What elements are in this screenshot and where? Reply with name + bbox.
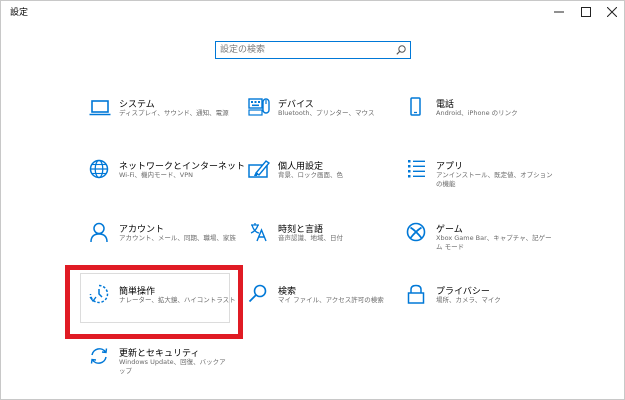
search-field[interactable]	[215, 41, 411, 59]
tile-personalization[interactable]: 個人用設定 背景、ロック画面、色	[248, 159, 408, 203]
tile-network[interactable]: ネットワークとインターネット Wi-Fi、機内モード、VPN	[89, 159, 249, 203]
magnifier-icon	[248, 284, 267, 303]
tile-privacy-desc: 場所、カメラ、マイク	[436, 296, 501, 304]
tile-search-desc: マイ ファイル、アクセス許可の検索	[278, 296, 384, 304]
window-title: 設定	[10, 8, 29, 18]
tile-system-desc: ディスプレイ、サウンド、通知、電源	[119, 109, 229, 117]
phone-icon	[410, 97, 421, 116]
sync-icon	[90, 348, 108, 364]
tile-search[interactable]: 検索 マイ ファイル、アクセス許可の検索	[248, 284, 408, 328]
paint-icon	[248, 160, 271, 178]
tile-time-language-desc: 音声認識、地域、日付	[278, 234, 343, 242]
tile-accounts[interactable]: アカウント アカウント、メール、同期、職場、家族	[89, 222, 249, 266]
tile-devices-desc: Bluetooth、プリンター、マウス	[278, 109, 375, 117]
tile-time-language[interactable]: 時刻と言語 音声認識、地域、日付	[248, 222, 408, 266]
lock-icon	[407, 284, 425, 304]
language-icon	[250, 223, 267, 242]
minimize-icon	[553, 11, 564, 13]
tile-devices[interactable]: デバイス Bluetooth、プリンター、マウス	[248, 97, 408, 141]
globe-icon	[89, 159, 109, 179]
person-icon	[90, 222, 108, 243]
keyboard-icon	[248, 98, 270, 116]
tile-network-desc: Wi-Fi、機内モード、VPN	[119, 171, 193, 179]
tile-apps[interactable]: アプリ アンインストール、既定値、オプションの機能	[406, 159, 566, 203]
tile-accounts-desc: アカウント、メール、同期、職場、家族	[119, 234, 236, 242]
settings-window: 設定 システム ディスプレイ、サウンド、通知、電源	[0, 0, 625, 400]
tile-privacy[interactable]: プライバシー 場所、カメラ、マイク	[406, 284, 566, 328]
tile-gaming-desc: Xbox Game Bar、キャプチャ、記ゲーム モード	[436, 234, 552, 251]
xbox-icon	[406, 222, 426, 242]
close-button[interactable]	[598, 1, 625, 23]
tile-update-security-desc: Windows Update、回復、バックアップ	[119, 358, 226, 375]
maximize-button[interactable]	[572, 1, 599, 23]
highlight-annotation-frame	[65, 265, 243, 339]
search-input[interactable]	[220, 43, 390, 57]
apps-list-icon	[408, 160, 425, 178]
search-icon	[396, 45, 406, 55]
tile-system[interactable]: システム ディスプレイ、サウンド、通知、電源	[89, 97, 249, 141]
close-icon	[606, 7, 617, 17]
tile-gaming[interactable]: ゲーム Xbox Game Bar、キャプチャ、記ゲーム モード	[406, 222, 566, 266]
tile-phone[interactable]: 電話 Android、iPhone のリンク	[406, 97, 566, 141]
tile-personalization-desc: 背景、ロック画面、色	[278, 171, 343, 179]
maximize-icon	[580, 7, 591, 17]
tile-apps-desc: アンインストール、既定値、オプションの機能	[436, 171, 553, 188]
tile-phone-desc: Android、iPhone のリンク	[436, 109, 518, 117]
title-bar: 設定	[1, 1, 624, 23]
tile-update-security[interactable]: 更新とセキュリティ Windows Update、回復、バックアップ	[89, 346, 249, 390]
laptop-icon	[89, 100, 111, 116]
minimize-button[interactable]	[545, 1, 572, 23]
